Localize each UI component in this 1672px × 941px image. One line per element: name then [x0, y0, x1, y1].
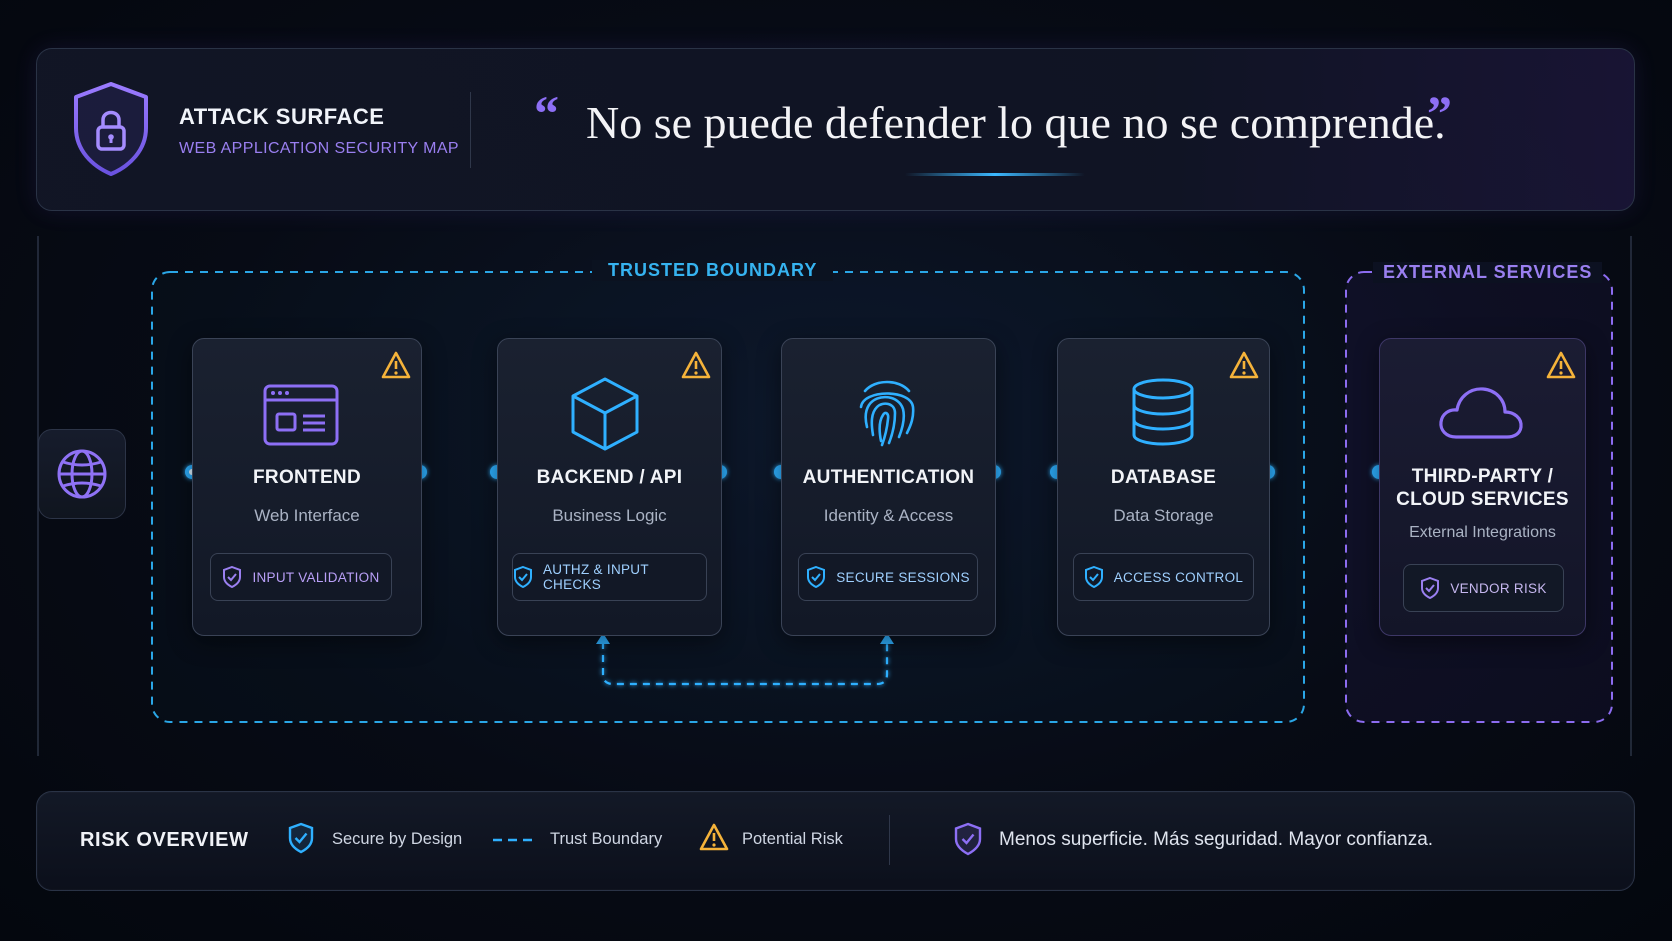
- fingerprint-icon: [859, 380, 915, 447]
- cube-icon: [571, 377, 639, 451]
- shield-check-icon: [807, 566, 826, 588]
- cloud-icon: [1439, 387, 1523, 439]
- legend-potential-risk: Potential Risk: [742, 830, 843, 848]
- warning-icon: [699, 823, 729, 851]
- control-label: INPUT VALIDATION: [252, 569, 380, 585]
- shield-check-icon: [1421, 577, 1440, 599]
- node-subtitle: Data Storage: [1113, 506, 1214, 525]
- dashed-line-icon: [493, 838, 537, 842]
- control-label: VENDOR RISK: [1450, 580, 1547, 596]
- node-backend-api[interactable]: BACKEND / API Business Logic AUTHZ & INP…: [497, 338, 722, 636]
- node-title: AUTHENTICATION: [802, 467, 975, 488]
- control-badge[interactable]: AUTHZ & INPUT CHECKS: [512, 553, 707, 601]
- node-subtitle: Identity & Access: [823, 506, 954, 525]
- node-subtitle: Business Logic: [552, 506, 667, 525]
- node-frontend[interactable]: FRONTEND Web Interface INPUT VALIDATION: [192, 338, 422, 636]
- shield-check-icon: [288, 822, 314, 854]
- warning-icon: [1229, 351, 1259, 379]
- warning-icon: [381, 351, 411, 379]
- node-title-line1: THIRD-PARTY /: [1411, 466, 1554, 487]
- warning-icon: [681, 351, 711, 379]
- node-title-line2: CLOUD SERVICES: [1396, 489, 1569, 510]
- shield-check-icon: [223, 566, 242, 588]
- control-label: AUTHZ & INPUT CHECKS: [543, 562, 649, 592]
- internet-entry-node[interactable]: [38, 429, 126, 519]
- legend-secure-by-design: Secure by Design: [332, 830, 463, 848]
- footer-tagline: Menos superficie. Más seguridad. Mayor c…: [999, 829, 1434, 850]
- node-authentication[interactable]: AUTHENTICATION Identity & Access SECURE …: [781, 338, 996, 636]
- footer-divider: [889, 815, 890, 865]
- risk-overview-title: RISK OVERVIEW: [80, 829, 249, 851]
- control-badge[interactable]: VENDOR RISK: [1403, 564, 1564, 612]
- node-title: DATABASE: [1110, 467, 1217, 488]
- control-badge[interactable]: ACCESS CONTROL: [1073, 553, 1254, 601]
- node-subtitle: External Integrations: [1409, 524, 1556, 541]
- node-database[interactable]: DATABASE Data Storage ACCESS CONTROL: [1057, 338, 1270, 636]
- warning-icon: [1546, 351, 1576, 379]
- legend-trust-boundary: Trust Boundary: [550, 830, 663, 848]
- node-third-party-cloud[interactable]: THIRD-PARTY / CLOUD SERVICES External In…: [1379, 338, 1586, 636]
- globe-icon: [57, 449, 107, 499]
- control-badge[interactable]: INPUT VALIDATION: [210, 553, 392, 601]
- shield-check-icon: [1084, 566, 1103, 588]
- database-icon: [1132, 378, 1194, 446]
- browser-window-icon: [263, 384, 339, 446]
- shield-check-icon: [514, 566, 532, 588]
- node-subtitle: Web Interface: [254, 506, 360, 525]
- control-label: SECURE SESSIONS: [836, 569, 970, 585]
- external-services-label: EXTERNAL SERVICES: [1373, 262, 1603, 283]
- control-label: ACCESS CONTROL: [1113, 569, 1244, 585]
- node-title: BACKEND / API: [536, 467, 683, 488]
- node-title: FRONTEND: [253, 467, 361, 488]
- trusted-boundary-label: TRUSTED BOUNDARY: [592, 260, 834, 281]
- control-badge[interactable]: SECURE SESSIONS: [798, 553, 978, 601]
- shield-check-icon: [954, 822, 982, 856]
